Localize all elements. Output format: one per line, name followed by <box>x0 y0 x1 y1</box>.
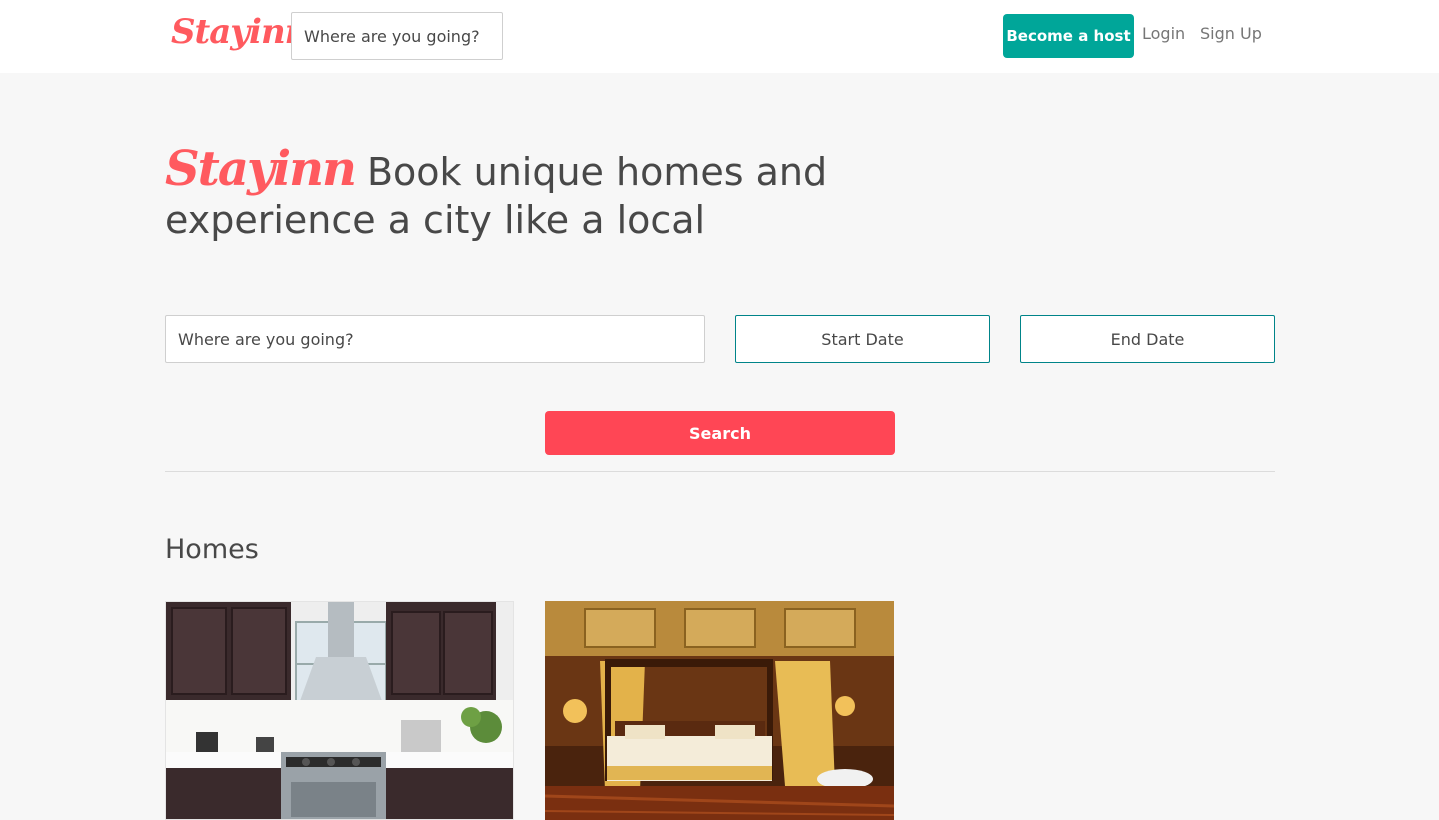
bedroom-photo <box>545 601 894 820</box>
kitchen-photo <box>166 602 513 819</box>
start-date-button[interactable]: Start Date <box>735 315 990 363</box>
search-button[interactable]: Search <box>545 411 895 455</box>
login-link[interactable]: Login <box>1142 24 1185 43</box>
navbar: Stayinn Become a host Login Sign Up <box>0 0 1439 73</box>
end-date-button[interactable]: End Date <box>1020 315 1275 363</box>
signup-link[interactable]: Sign Up <box>1200 24 1262 43</box>
hero-heading: Stayinn Book unique homes and experience… <box>165 145 865 244</box>
become-host-button[interactable]: Become a host <box>1003 14 1134 58</box>
home-card-bedroom[interactable] <box>545 601 894 820</box>
hero-brand: Stayinn <box>165 141 357 197</box>
home-card-kitchen[interactable] <box>165 601 514 820</box>
divider <box>165 471 1275 472</box>
destination-input[interactable] <box>165 315 705 363</box>
header-search-input[interactable] <box>291 12 503 60</box>
homes-heading: Homes <box>165 534 259 565</box>
logo[interactable]: Stayinn <box>171 12 309 52</box>
